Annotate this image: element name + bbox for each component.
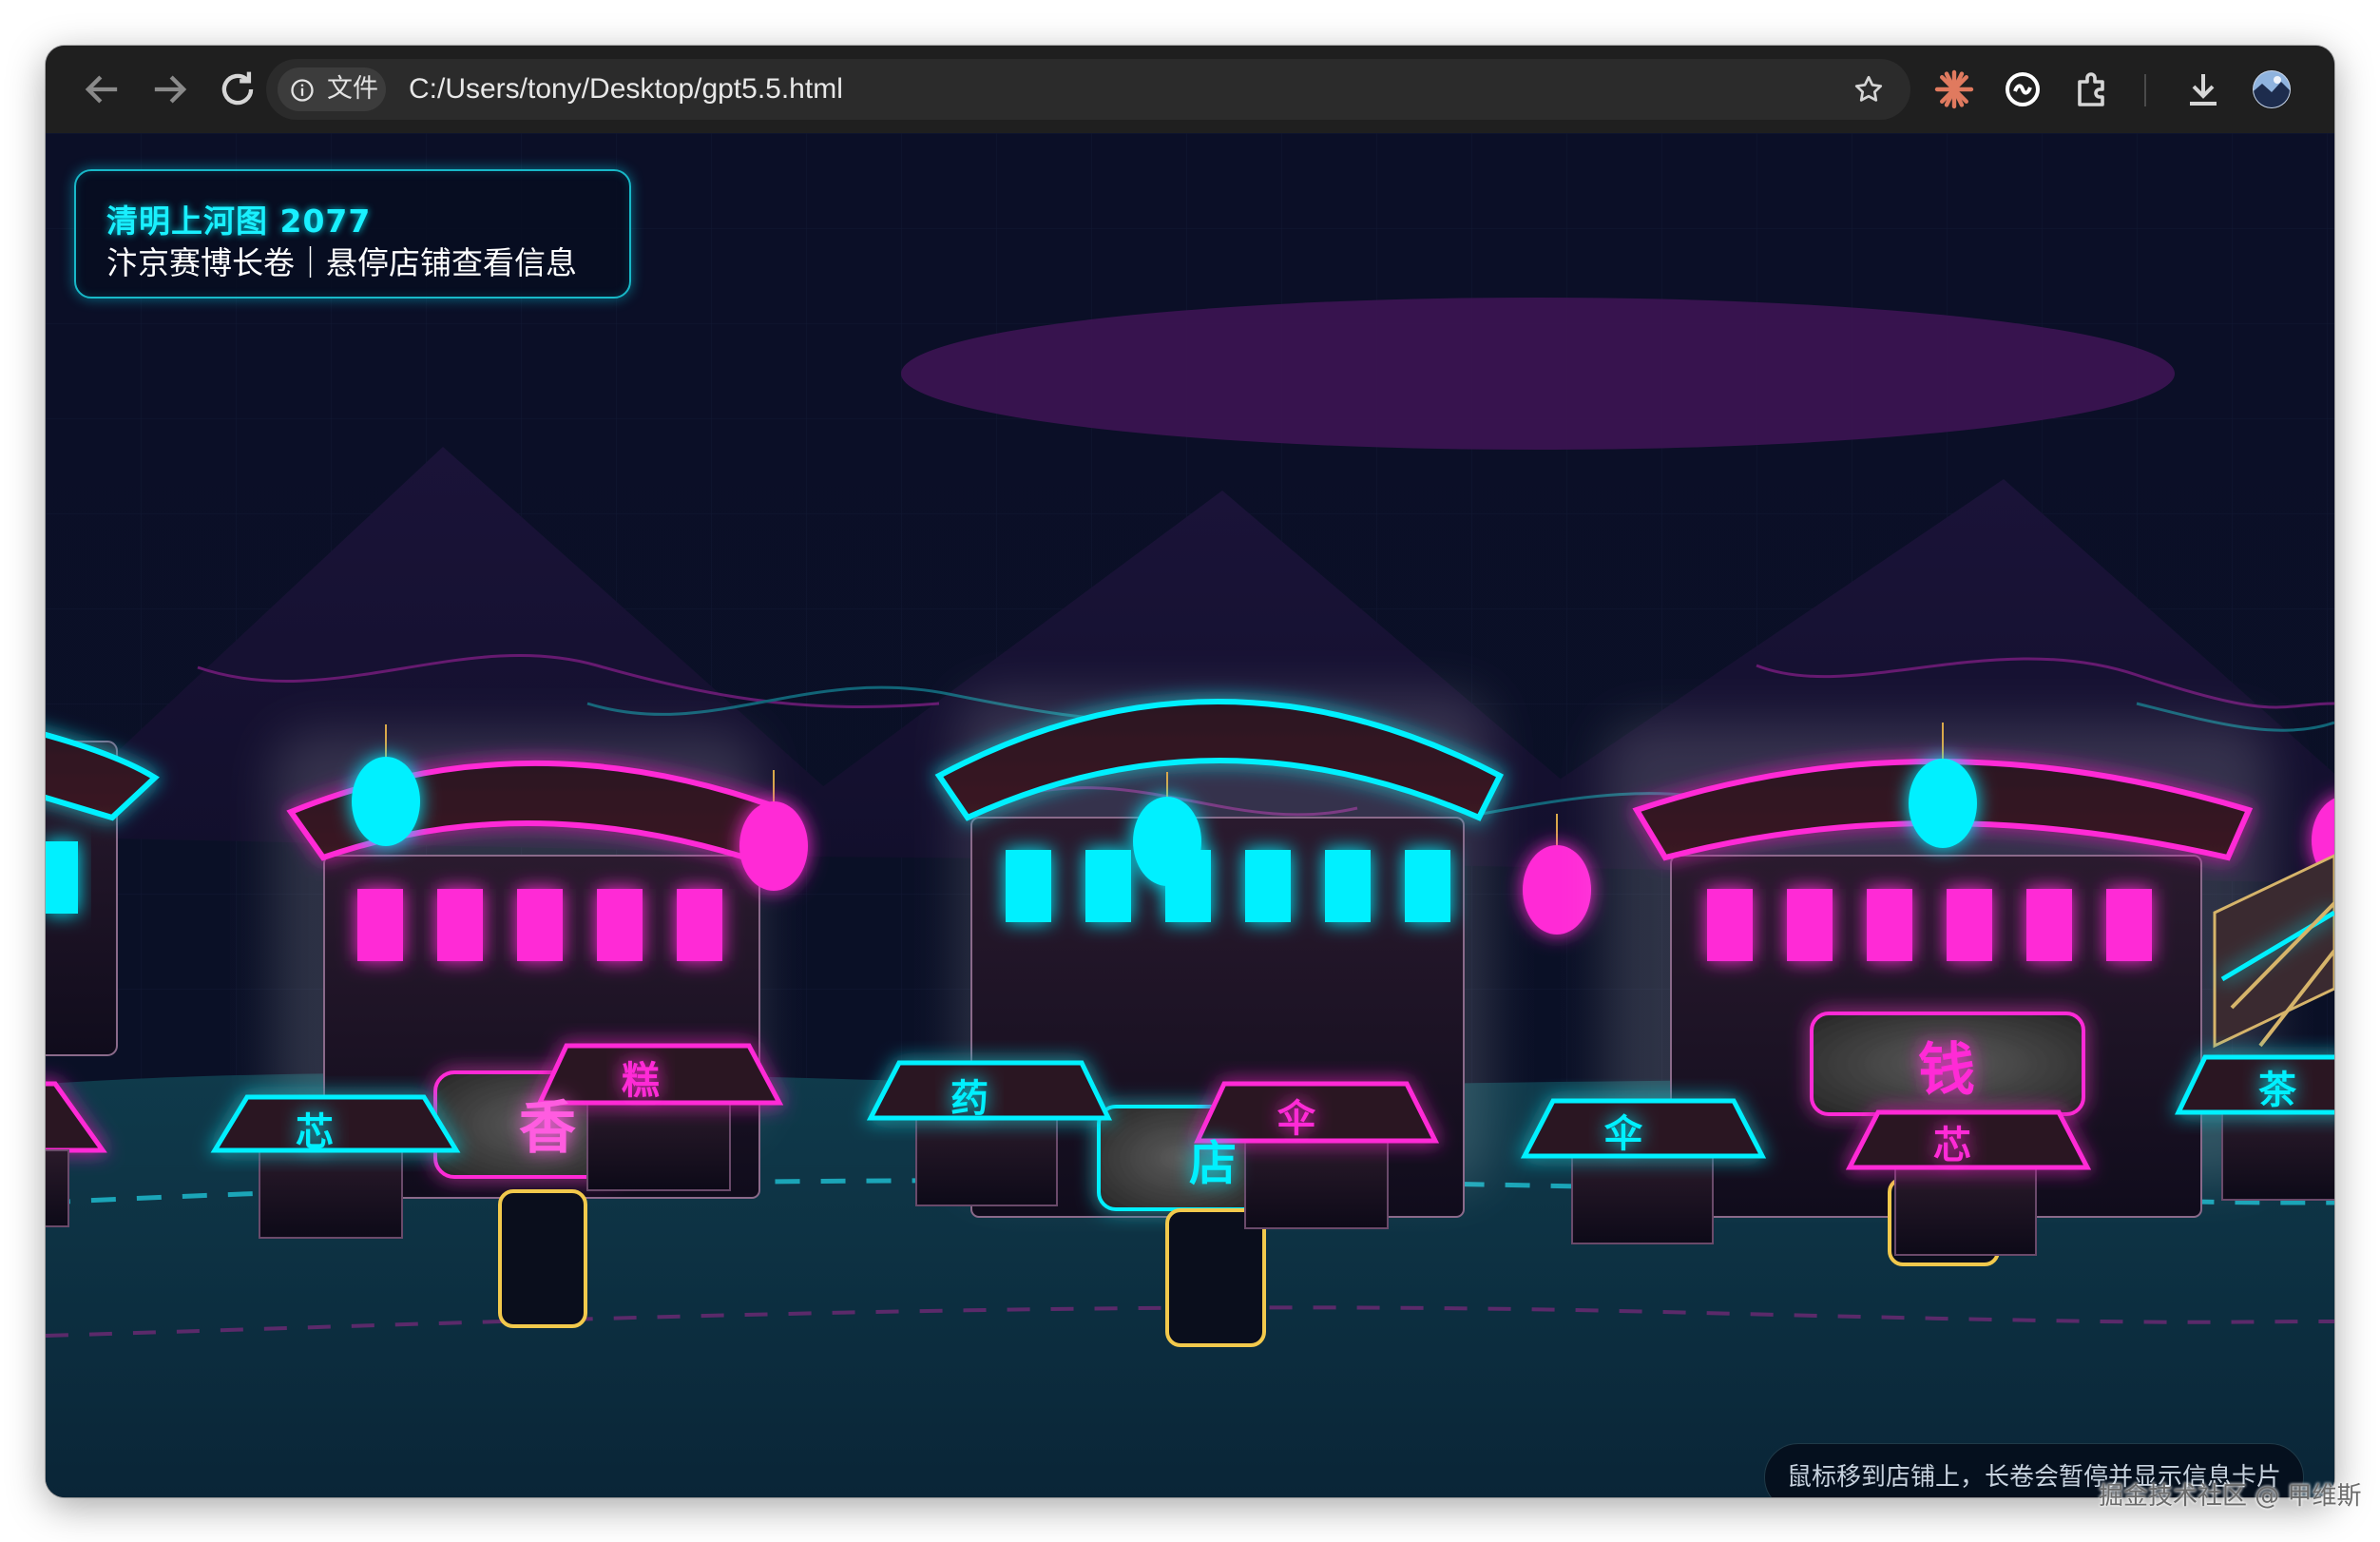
browser-window: 文件 C:/Users/tony/Desktop/gpt5.5.html 芯 香… — [46, 46, 2334, 1497]
stall-label-gao: 糕 — [622, 1059, 660, 1103]
cyber-scroll-scene: 芯 香 糕 药 店 伞 伞 钱 芯 茶 — [46, 133, 2334, 1497]
stall-label-cha: 茶 — [2258, 1069, 2297, 1112]
magenta-lantern — [739, 801, 808, 891]
puzzle-icon[interactable] — [2070, 67, 2116, 112]
sign-label-qian: 钱 — [1918, 1037, 1975, 1104]
cyan-lantern — [352, 757, 420, 846]
chip-label: 文件 — [327, 74, 378, 104]
page-title: 清明上河图 2077 — [106, 202, 372, 240]
address-bar[interactable]: 文件 C:/Users/tony/Desktop/gpt5.5.html — [266, 59, 1910, 120]
star-icon[interactable] — [1852, 72, 1886, 106]
stall-label-san-1: 伞 — [1277, 1097, 1316, 1141]
stall-label-xin-1: 芯 — [296, 1110, 334, 1154]
url-text[interactable]: C:/Users/tony/Desktop/gpt5.5.html — [409, 59, 843, 120]
download-icon[interactable] — [2180, 67, 2226, 112]
watermark: 掘金技术社区 @ 甲维斯 — [2099, 1482, 2362, 1511]
extension-shape-icon[interactable] — [2000, 67, 2045, 112]
sign-label-dian: 店 — [1189, 1136, 1237, 1191]
info-icon — [291, 79, 314, 102]
back-icon[interactable] — [78, 65, 127, 114]
profile-avatar[interactable] — [2249, 67, 2294, 112]
toolbar-divider — [2144, 74, 2146, 106]
site-info-chip[interactable]: 文件 — [278, 67, 386, 111]
stall-label-san-2: 伞 — [1604, 1112, 1643, 1156]
page-content: 芯 香 糕 药 店 伞 伞 钱 芯 茶 清明上河图 2077 汴京赛博长卷｜悬停… — [46, 133, 2334, 1497]
more-vert-icon[interactable] — [2315, 67, 2334, 112]
forward-icon[interactable] — [144, 65, 194, 114]
stall-label-yao: 药 — [950, 1077, 988, 1121]
sign-label-xiang: 香 — [519, 1095, 576, 1162]
browser-toolbar: 文件 C:/Users/tony/Desktop/gpt5.5.html — [46, 46, 2334, 134]
claude-icon[interactable] — [1931, 67, 1977, 112]
neon-cloud — [901, 298, 2175, 450]
page-subtitle: 汴京赛博长卷｜悬停店铺查看信息 — [106, 244, 577, 281]
title-panel: 清明上河图 2077 汴京赛博长卷｜悬停店铺查看信息 — [74, 169, 631, 299]
stall-label-xin-2: 芯 — [1933, 1124, 1971, 1167]
reload-icon[interactable] — [213, 65, 262, 114]
